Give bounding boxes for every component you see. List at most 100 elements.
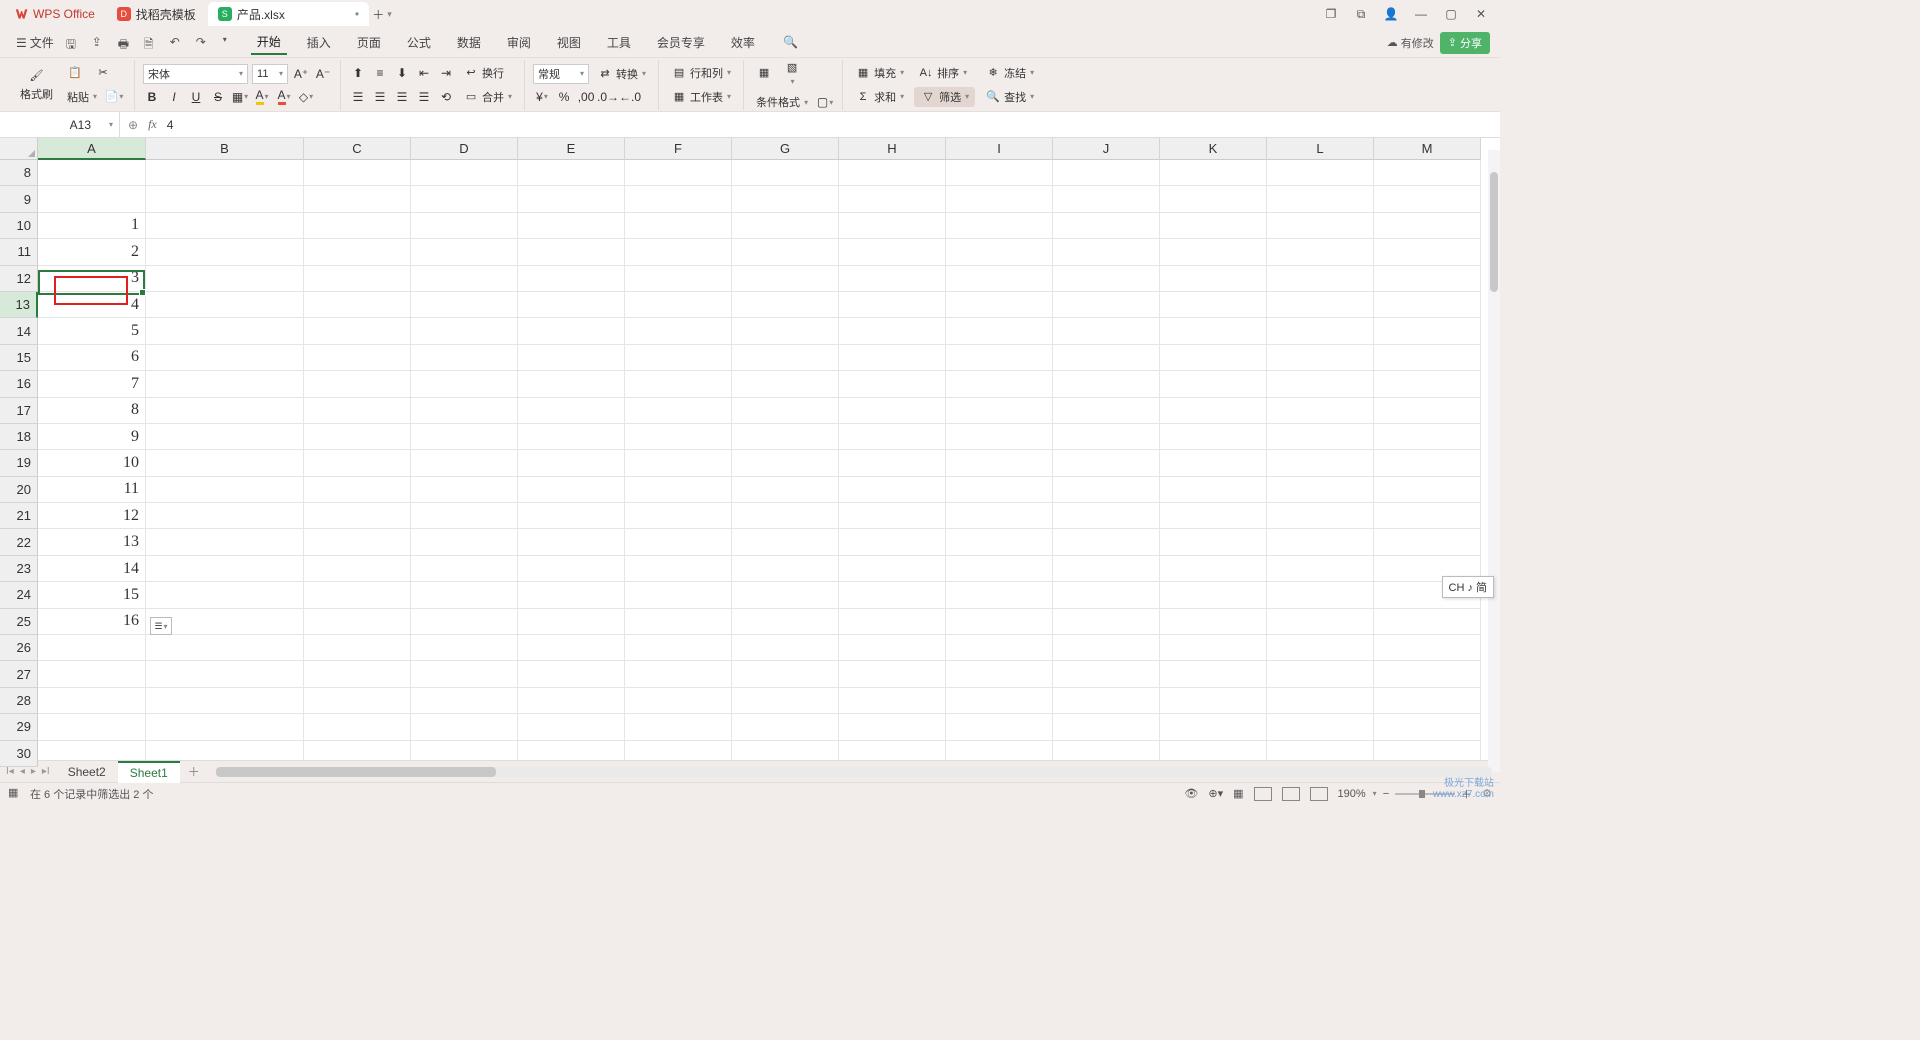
cell[interactable] — [518, 160, 625, 186]
cell[interactable] — [1374, 661, 1481, 687]
cell[interactable] — [732, 266, 839, 292]
cell[interactable] — [304, 556, 411, 582]
cell[interactable] — [1053, 661, 1160, 687]
cell[interactable] — [1160, 160, 1267, 186]
percent-icon[interactable]: % — [555, 88, 573, 106]
italic-button[interactable]: I — [165, 88, 183, 106]
cell[interactable] — [518, 582, 625, 608]
cell[interactable] — [304, 213, 411, 239]
cell[interactable] — [146, 450, 304, 476]
align-middle-icon[interactable]: ≡ — [371, 64, 389, 82]
cell[interactable] — [1160, 503, 1267, 529]
chevron-down-icon[interactable]: ▾ — [223, 35, 239, 51]
cond-format-button[interactable]: 条件格式▾ — [752, 92, 812, 112]
cell[interactable] — [146, 160, 304, 186]
cell[interactable] — [1160, 477, 1267, 503]
cell[interactable] — [38, 714, 146, 740]
cell[interactable] — [625, 741, 732, 760]
cell[interactable] — [839, 398, 946, 424]
scrollbar-thumb[interactable] — [1490, 172, 1498, 292]
cell[interactable] — [732, 714, 839, 740]
row-header[interactable]: 11 — [0, 239, 38, 265]
cell[interactable] — [518, 529, 625, 555]
decrease-font-icon[interactable]: A⁻ — [314, 65, 332, 83]
cell[interactable] — [1053, 318, 1160, 344]
cell[interactable] — [411, 741, 518, 760]
cell[interactable] — [839, 741, 946, 760]
cell[interactable] — [1053, 609, 1160, 635]
cell[interactable] — [732, 318, 839, 344]
cell[interactable] — [732, 450, 839, 476]
cell[interactable] — [1160, 239, 1267, 265]
cell[interactable] — [625, 450, 732, 476]
cell[interactable] — [146, 741, 304, 760]
cell[interactable] — [304, 503, 411, 529]
cell[interactable] — [732, 186, 839, 212]
cell[interactable] — [1160, 635, 1267, 661]
cell[interactable] — [146, 661, 304, 687]
cell[interactable] — [518, 371, 625, 397]
status-mode-icon[interactable]: ▦ — [8, 786, 24, 802]
cell[interactable] — [518, 186, 625, 212]
menu-会员专享[interactable]: 会员专享 — [651, 30, 711, 55]
cell[interactable] — [518, 239, 625, 265]
cell[interactable] — [946, 239, 1053, 265]
cell[interactable] — [625, 186, 732, 212]
cell[interactable] — [304, 661, 411, 687]
cell[interactable] — [518, 318, 625, 344]
view-break-icon[interactable] — [1310, 787, 1328, 801]
cell[interactable] — [411, 160, 518, 186]
fill-color-button[interactable]: A▾ — [253, 88, 271, 106]
merge-button[interactable]: ▭合并▾ — [459, 87, 516, 107]
row-header[interactable]: 14 — [0, 318, 38, 344]
cell[interactable] — [1053, 688, 1160, 714]
cell[interactable] — [1267, 661, 1374, 687]
cell[interactable] — [146, 688, 304, 714]
cell[interactable] — [839, 477, 946, 503]
insert-cell-icon[interactable]: ▢▾ — [816, 93, 834, 111]
cell[interactable] — [839, 266, 946, 292]
row-header[interactable]: 12 — [0, 266, 38, 292]
cell[interactable] — [1374, 292, 1481, 318]
cell[interactable] — [1374, 371, 1481, 397]
freeze-button[interactable]: ❄冻结▾ — [981, 63, 1038, 83]
row-header[interactable]: 16 — [0, 371, 38, 397]
cell[interactable] — [1267, 741, 1374, 760]
cell[interactable] — [411, 213, 518, 239]
row-header[interactable]: 17 — [0, 398, 38, 424]
cell[interactable] — [411, 186, 518, 212]
cell[interactable] — [1160, 266, 1267, 292]
cell[interactable]: 10 — [38, 450, 146, 476]
new-tab-button[interactable]: ＋▾ — [371, 3, 393, 25]
row-header[interactable]: 21 — [0, 503, 38, 529]
cell[interactable] — [411, 318, 518, 344]
cell[interactable] — [146, 477, 304, 503]
row-header[interactable]: 10 — [0, 213, 38, 239]
cell[interactable] — [625, 398, 732, 424]
align-left-icon[interactable]: ☰ — [349, 88, 367, 106]
cell[interactable] — [839, 661, 946, 687]
cell[interactable] — [732, 582, 839, 608]
row-header[interactable]: 25 — [0, 609, 38, 635]
cell[interactable]: 6 — [38, 345, 146, 371]
cell[interactable] — [518, 503, 625, 529]
cell[interactable] — [146, 292, 304, 318]
cell[interactable] — [732, 477, 839, 503]
cell[interactable] — [946, 635, 1053, 661]
cell[interactable]: 13 — [38, 529, 146, 555]
cell[interactable] — [1160, 213, 1267, 239]
cell[interactable] — [1160, 371, 1267, 397]
sheet-prev-icon[interactable]: ◂ — [20, 766, 25, 777]
save-icon[interactable]: 🖫 — [66, 35, 82, 51]
paste-dropdown[interactable]: 粘贴▾ 📄▾ — [63, 87, 126, 107]
cell[interactable] — [732, 239, 839, 265]
cell[interactable] — [1053, 556, 1160, 582]
cell[interactable] — [146, 556, 304, 582]
cell[interactable] — [411, 424, 518, 450]
cell[interactable] — [1053, 371, 1160, 397]
table-style-button[interactable]: ▦ — [752, 63, 776, 83]
copy-icon[interactable]: 📄▾ — [106, 89, 122, 105]
cell[interactable] — [625, 213, 732, 239]
close-icon[interactable]: ✕ — [1472, 5, 1490, 23]
cell[interactable] — [1053, 503, 1160, 529]
